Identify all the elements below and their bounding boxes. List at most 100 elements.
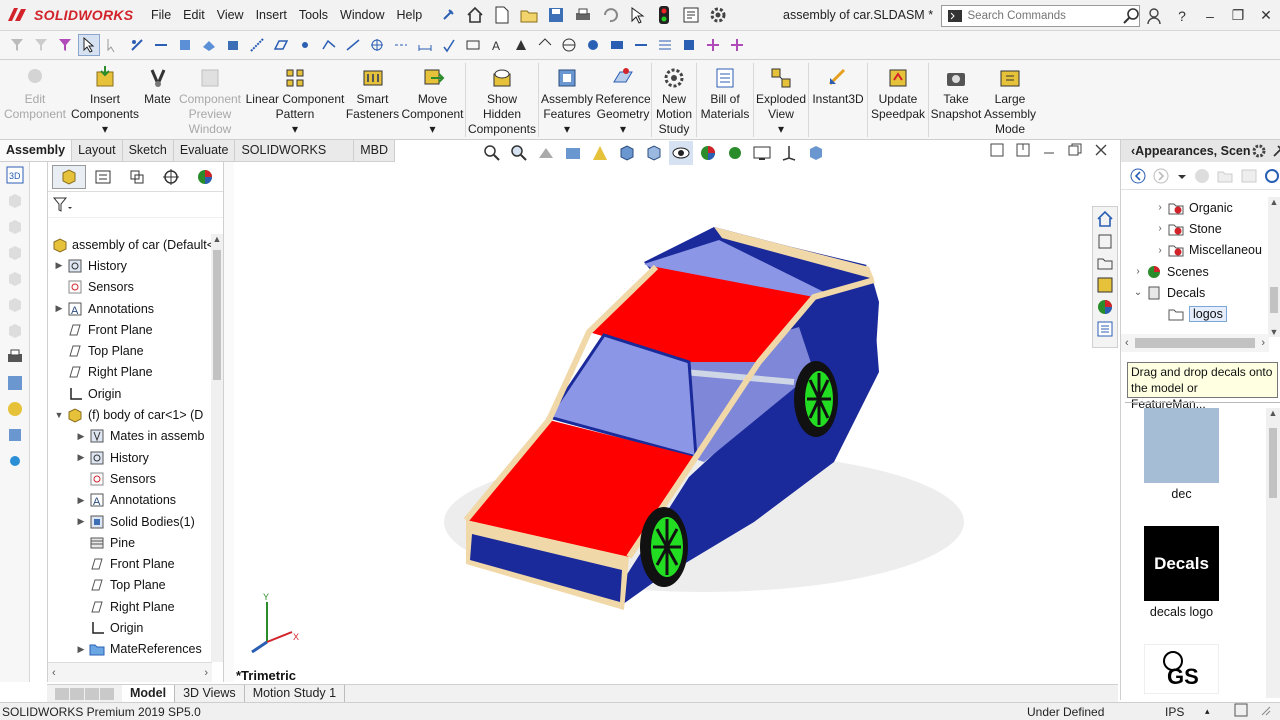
- back-arrow-icon[interactable]: [1129, 167, 1146, 185]
- reference-geometry-button[interactable]: Reference Geometry ▾: [595, 60, 651, 137]
- update-speedpak-button[interactable]: Update Speedpak: [868, 60, 928, 122]
- tree-filter[interactable]: [48, 192, 223, 218]
- assembly-features-button[interactable]: Assembly Features ▾: [539, 60, 595, 137]
- minimize-icon[interactable]: –: [1196, 0, 1224, 31]
- pin-icon[interactable]: [436, 3, 460, 27]
- open-folder-icon[interactable]: [517, 3, 541, 27]
- user-icon[interactable]: [1140, 0, 1168, 31]
- tab-prev-icon[interactable]: [70, 687, 84, 700]
- save-icon[interactable]: [544, 3, 568, 27]
- tab-model[interactable]: Model: [122, 685, 176, 702]
- apply-scene-icon[interactable]: [723, 141, 747, 165]
- move-component-button[interactable]: Move Component ▾: [400, 60, 465, 137]
- task-pane-divider[interactable]: [1125, 402, 1280, 406]
- hide-show-items-icon[interactable]: [669, 141, 693, 165]
- scrollbar-thumb[interactable]: [1270, 287, 1278, 313]
- restore-icon[interactable]: ❐: [1224, 0, 1252, 31]
- expand-arrow-icon[interactable]: ▶: [76, 516, 86, 527]
- filter-connection-points-icon[interactable]: [702, 34, 724, 56]
- feature-tree-item[interactable]: Front Plane: [48, 553, 212, 574]
- appearances-tree-item[interactable]: ⌄ Decals: [1121, 282, 1269, 303]
- filter-clear-icon[interactable]: [30, 34, 52, 56]
- tab-3d-views[interactable]: 3D Views: [175, 685, 245, 702]
- scrollbar-thumb[interactable]: [1269, 428, 1277, 498]
- view-palette-icon[interactable]: [1094, 275, 1116, 295]
- appearances-tree-item[interactable]: › Scenes: [1121, 261, 1269, 282]
- tab-assembly[interactable]: Assembly: [0, 140, 73, 161]
- filter-surfaces-icon[interactable]: [198, 34, 220, 56]
- filter-bodies-icon[interactable]: [222, 34, 244, 56]
- feature-tree-item[interactable]: ▶ Mates in assemb: [48, 426, 212, 447]
- bill-of-materials-button[interactable]: Bill of Materials: [697, 60, 753, 122]
- status-units[interactable]: IPS: [1165, 705, 1184, 719]
- solidworks-logo[interactable]: SOLIDWORKS: [0, 6, 135, 24]
- status-help-icon[interactable]: [1234, 703, 1248, 720]
- scroll-left-icon[interactable]: ‹: [1125, 337, 1129, 349]
- filter-sketch-segments-icon[interactable]: [318, 34, 340, 56]
- filter-surface-finish-icon[interactable]: [438, 34, 460, 56]
- feature-tree-item[interactable]: Right Plane: [48, 362, 212, 383]
- file-properties-icon[interactable]: [679, 3, 703, 27]
- cube-icon[interactable]: [0, 214, 30, 239]
- feature-tree-item[interactable]: Top Plane: [48, 340, 212, 361]
- expand-arrow-icon[interactable]: ›: [1153, 245, 1167, 256]
- filter-all-icon[interactable]: [726, 34, 748, 56]
- filter-routing-icon[interactable]: [678, 34, 700, 56]
- expand-arrow-icon[interactable]: ⌄: [1131, 287, 1145, 298]
- feature-tree-item[interactable]: Sensors: [48, 277, 212, 298]
- feature-tree-item[interactable]: Pine: [48, 532, 212, 553]
- viewport-restore-icon[interactable]: [1068, 143, 1082, 160]
- search-commands[interactable]: [941, 5, 1140, 27]
- view-settings-icon[interactable]: [750, 141, 774, 165]
- menu-edit[interactable]: Edit: [177, 0, 211, 31]
- tools-icon[interactable]: [0, 448, 30, 473]
- feature-tree-item[interactable]: ▶ A Annotations: [48, 298, 212, 319]
- component-preview-window-button[interactable]: Component Preview Window: [175, 60, 245, 137]
- viewport-minimize-icon[interactable]: [1042, 143, 1056, 160]
- tab-mbd[interactable]: MBD: [354, 140, 395, 161]
- expand-arrow-icon[interactable]: ▶: [76, 431, 86, 442]
- expand-arrow-icon[interactable]: ▶: [76, 452, 86, 463]
- expand-arrow-icon[interactable]: ›: [1153, 223, 1167, 234]
- cube-icon[interactable]: [0, 188, 30, 213]
- home-icon[interactable]: [463, 3, 487, 27]
- tab-addins[interactable]: SOLIDWORKS Add-Ins: [235, 140, 355, 178]
- units-caret-icon[interactable]: ▴: [1205, 706, 1210, 717]
- filter-weld-icon[interactable]: [534, 34, 556, 56]
- refresh-icon[interactable]: [1263, 167, 1280, 185]
- configuration-manager-tab[interactable]: [120, 165, 154, 189]
- zoom-to-area-icon[interactable]: [507, 141, 531, 165]
- filter-cosmetic-thread-icon[interactable]: [582, 34, 604, 56]
- print-icon[interactable]: [571, 3, 595, 27]
- gear-icon[interactable]: [1251, 143, 1267, 159]
- appearances-tree-item[interactable]: › Stone: [1121, 218, 1269, 239]
- feature-tree-item[interactable]: ▶ History: [48, 447, 212, 468]
- zoom-to-fit-icon[interactable]: [480, 141, 504, 165]
- scroll-up-icon[interactable]: ▲: [211, 234, 223, 244]
- pin-icon[interactable]: [1271, 143, 1280, 159]
- graphics-area[interactable]: Y X: [234, 162, 1118, 684]
- close-icon[interactable]: ✕: [1252, 0, 1280, 31]
- property-manager-tab[interactable]: [86, 165, 120, 189]
- display-manager-tab[interactable]: [188, 165, 222, 189]
- filter-midpoints-icon[interactable]: [342, 34, 364, 56]
- select-arrow-icon[interactable]: [625, 3, 649, 27]
- new-motion-study-button[interactable]: New Motion Study: [652, 60, 696, 137]
- filter-toggle-icon[interactable]: [54, 34, 76, 56]
- expand-arrow-icon[interactable]: ▶: [76, 644, 86, 655]
- tab-last-icon[interactable]: [100, 687, 114, 700]
- filter-mesh-icon[interactable]: [654, 34, 676, 56]
- filter-dimensions-icon[interactable]: [414, 34, 436, 56]
- cube-icon[interactable]: [0, 292, 30, 317]
- expand-arrow-icon[interactable]: ›: [1153, 202, 1167, 213]
- section-view-icon[interactable]: [561, 141, 585, 165]
- appearances-vscrollbar[interactable]: ▲ ▼: [1268, 197, 1280, 337]
- car-model[interactable]: Y X: [234, 162, 1118, 684]
- split-window-icon[interactable]: [1016, 143, 1030, 160]
- help-icon[interactable]: ?: [1168, 0, 1196, 31]
- select-other-icon[interactable]: [102, 34, 124, 56]
- display-style-icon[interactable]: [642, 141, 666, 165]
- appearances-hscrollbar[interactable]: ‹ ›: [1121, 334, 1269, 352]
- expand-arrow-icon[interactable]: ›: [1131, 266, 1145, 277]
- decal-item[interactable]: Decals decals logo: [1144, 526, 1219, 619]
